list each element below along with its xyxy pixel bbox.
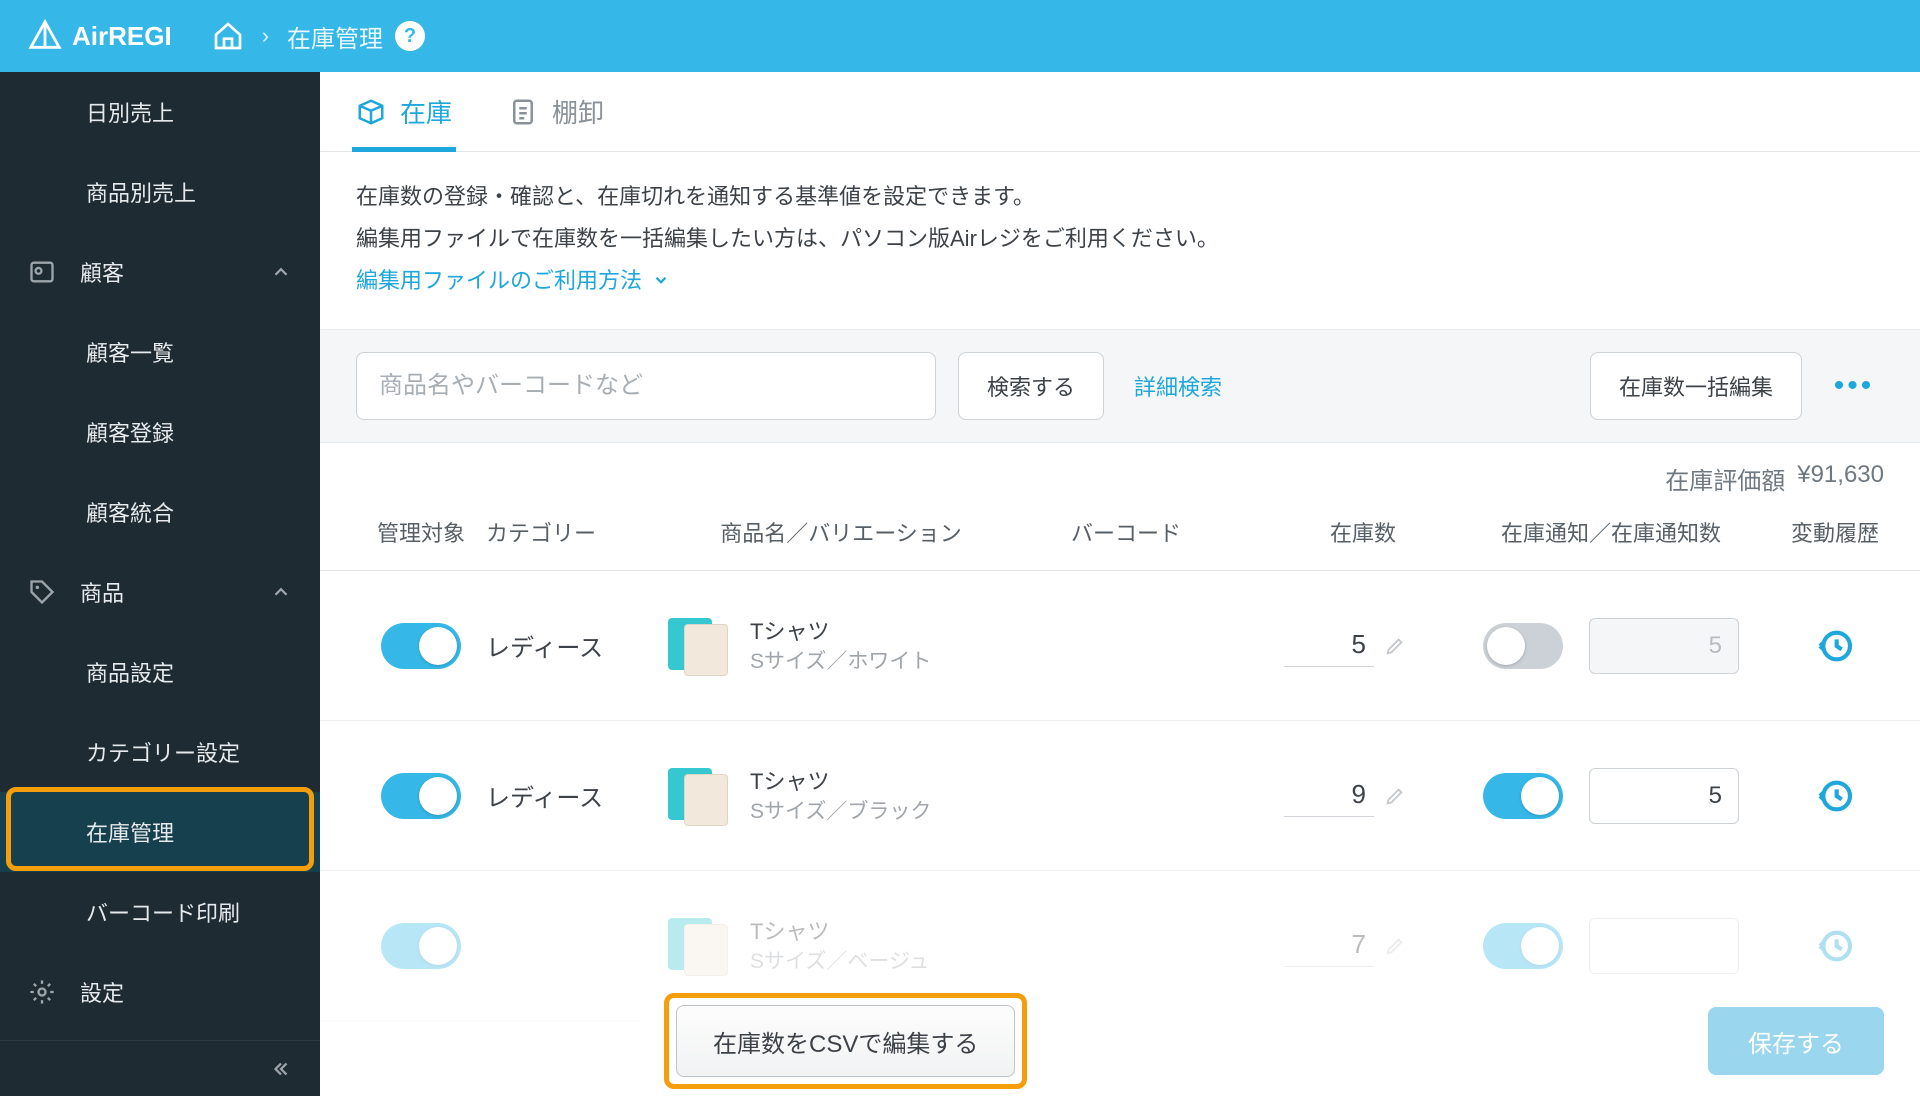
history-icon[interactable] [1815,626,1855,666]
search-button[interactable]: 検索する [958,352,1104,420]
pencil-icon[interactable] [1384,935,1406,957]
save-button[interactable]: 保存する [1708,1007,1884,1075]
col-history: 変動履歴 [1786,516,1884,548]
sidebar-item-daily-sales[interactable]: 日別売上 [0,72,320,152]
tab-stocktaking[interactable]: 棚卸 [508,72,604,151]
notify-toggle[interactable] [1483,623,1563,669]
sidebar-item-customers[interactable]: 顧客 [0,232,320,312]
breadcrumb-current: 在庫管理 [287,19,383,54]
cell-category: レディース [486,628,666,663]
app-logo[interactable]: AirREGI [28,19,172,53]
sidebar-item-customer-merge[interactable]: 顧客統合 [0,472,320,552]
notify-toggle[interactable] [1483,923,1563,969]
valuation-row: 在庫評価額 ¥91,630 [320,443,1920,506]
csv-edit-button[interactable]: 在庫数をCSVで編集する [676,1005,1015,1077]
sidebar-item-customer-register[interactable]: 顧客登録 [0,392,320,472]
chevron-up-icon [270,261,292,283]
main-content: 在庫 棚卸 在庫数の登録・確認と、在庫切れを通知する基準値を設定できます。 編集… [320,72,1920,1096]
search-bar: 検索する 詳細検索 在庫数一括編集 ••• [320,329,1920,443]
gear-icon [28,978,56,1006]
sidebar-item-product-sales[interactable]: 商品別売上 [0,152,320,232]
stock-value[interactable]: 7 [1284,925,1374,967]
sidebar-item-product-settings[interactable]: 商品設定 [0,632,320,712]
history-icon[interactable] [1815,776,1855,816]
logo-icon [28,19,62,53]
advanced-search-link[interactable]: 詳細検索 [1134,370,1222,402]
tag-icon [28,578,56,606]
sidebar-item-customer-list[interactable]: 顧客一覧 [0,312,320,392]
bulk-edit-button[interactable]: 在庫数一括編集 [1590,352,1802,420]
pencil-icon[interactable] [1384,785,1406,807]
search-input[interactable] [356,352,936,420]
file-usage-link[interactable]: 編集用ファイルのご利用方法 [356,260,670,302]
table-row: レディース Tシャツ Sサイズ／ブラック 9 [320,721,1920,871]
sidebar-item-category-settings[interactable]: カテゴリー設定 [0,712,320,792]
stock-value[interactable]: 5 [1284,625,1374,667]
notify-threshold-input[interactable] [1589,918,1739,974]
sidebar-item-barcode-print[interactable]: バーコード印刷 [0,872,320,952]
notify-threshold-input[interactable] [1589,768,1739,824]
sidebar-item-products[interactable]: 商品 [0,552,320,632]
cell-variation: Sサイズ／ベージュ [750,946,930,978]
sidebar: 日別売上 商品別売上 顧客 顧客一覧 顧客登録 顧客統合 商品 商品設定 カテゴ [0,72,320,1096]
sidebar-item-inventory[interactable]: 在庫管理 [0,792,320,872]
box-icon [356,97,386,127]
help-icon[interactable]: ? [395,21,425,51]
chevron-left-double-icon [270,1058,292,1080]
contact-icon [28,258,56,286]
home-icon[interactable] [212,20,244,52]
col-notify: 在庫通知／在庫通知数 [1436,516,1786,548]
product-thumbnail [666,614,730,678]
manage-toggle[interactable] [381,623,461,669]
cell-product-name: Tシャツ [750,614,931,646]
pencil-icon[interactable] [1384,635,1406,657]
breadcrumb-separator: › [262,23,269,49]
cell-category: レディース [486,778,666,813]
product-thumbnail [666,914,730,978]
valuation-value: ¥91,630 [1797,461,1884,496]
sidebar-item-settings[interactable]: 設定 [0,952,320,1032]
stock-value[interactable]: 9 [1284,775,1374,817]
cell-product-name: Tシャツ [750,764,931,796]
footer-bar: 在庫数をCSVで編集する 保存する [640,986,1920,1096]
history-icon[interactable] [1815,926,1855,966]
sidebar-collapse[interactable] [0,1040,320,1096]
clipboard-icon [508,97,538,127]
notify-toggle[interactable] [1483,773,1563,819]
col-name: 商品名／バリエーション [666,516,1016,548]
col-category: カテゴリー [486,516,666,548]
product-thumbnail [666,764,730,828]
cell-variation: Sサイズ／ホワイト [750,646,931,678]
valuation-label: 在庫評価額 [1665,461,1785,496]
cell-variation: Sサイズ／ブラック [750,796,931,828]
col-barcode: バーコード [1016,516,1236,548]
col-target: 管理対象 [356,516,486,548]
app-name: AirREGI [72,21,172,52]
intro-text: 在庫数の登録・確認と、在庫切れを通知する基準値を設定できます。 編集用ファイルで… [320,152,1920,329]
col-stock: 在庫数 [1236,516,1436,548]
header: AirREGI › 在庫管理 ? [0,0,1920,72]
table-header: 管理対象 カテゴリー 商品名／バリエーション バーコード 在庫数 在庫通知／在庫… [320,506,1920,571]
table-row: レディース Tシャツ Sサイズ／ホワイト 5 [320,571,1920,721]
chevron-up-icon [270,581,292,603]
tabs: 在庫 棚卸 [320,72,1920,152]
cell-product-name: Tシャツ [750,914,930,946]
notify-threshold-input [1589,618,1739,674]
manage-toggle[interactable] [381,773,461,819]
more-menu-button[interactable]: ••• [1824,352,1884,420]
tab-stock[interactable]: 在庫 [356,72,452,151]
chevron-down-icon [652,271,670,289]
manage-toggle[interactable] [381,923,461,969]
